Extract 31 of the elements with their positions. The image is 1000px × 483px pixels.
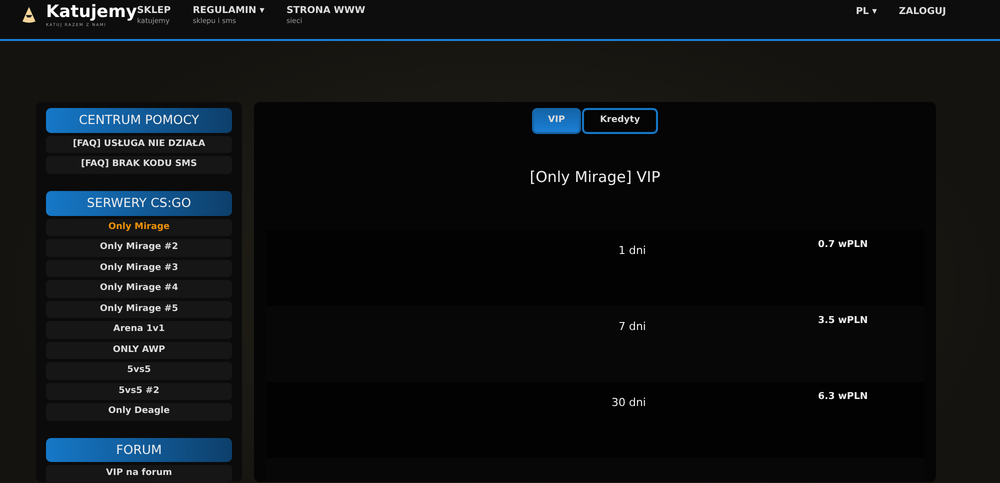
price-text: 6.3 wPLN xyxy=(818,390,868,404)
sidebar-item[interactable]: Only Mirage xyxy=(46,218,232,236)
duration-text: 30 dni xyxy=(611,395,646,411)
duration-text: 7 dni xyxy=(618,319,646,335)
nav-link[interactable]: REGULAMIN ▾ xyxy=(192,5,264,16)
tab[interactable]: VIP xyxy=(532,108,581,134)
sidebar-item[interactable]: [FAQ] USŁUGA NIE DZIAŁA xyxy=(46,136,232,154)
nav-link[interactable]: SKLEP xyxy=(137,5,171,16)
sidebar-item[interactable]: Only Mirage #4 xyxy=(46,280,232,298)
section-header[interactable]: SERWERY CS:GO xyxy=(46,190,232,216)
duration-text: 1 dni xyxy=(618,243,646,259)
nav-link[interactable]: PL ▾ xyxy=(856,0,877,20)
brand-name[interactable]: Katujemy xyxy=(46,3,137,22)
sidebar-item[interactable]: ONLY AWP xyxy=(46,342,232,359)
price-text: 0.7 wPLN xyxy=(818,238,868,252)
tab[interactable]: Kredyty xyxy=(582,108,658,134)
price-text: 3.5 wPLN xyxy=(818,314,868,328)
sidebar-item[interactable]: VIP na forum xyxy=(46,465,232,482)
sidebar-item[interactable]: 5vs5 xyxy=(46,362,232,380)
section-header[interactable]: FORUM xyxy=(46,438,232,462)
sidebar-item[interactable]: Arena 1v1 xyxy=(46,321,232,338)
section-header[interactable]: CENTRUM POMOCY xyxy=(46,108,232,133)
nav-link[interactable]: ZALOGUJ xyxy=(898,0,946,20)
nav-link[interactable]: STRONA WWW xyxy=(286,5,366,16)
sidebar-item[interactable]: Only Deagle xyxy=(46,403,232,420)
sidebar-item[interactable]: Only Mirage #2 xyxy=(46,239,232,256)
sidebar-item[interactable]: Only Mirage #3 xyxy=(46,260,232,277)
sidebar-item[interactable]: Only Mirage #5 xyxy=(46,300,232,318)
sidebar-item[interactable]: 5vs5 #2 xyxy=(46,382,232,400)
page-title: [Only Mirage] VIP xyxy=(528,166,662,188)
sidebar-item[interactable]: [FAQ] BRAK KODU SMS xyxy=(46,156,232,174)
